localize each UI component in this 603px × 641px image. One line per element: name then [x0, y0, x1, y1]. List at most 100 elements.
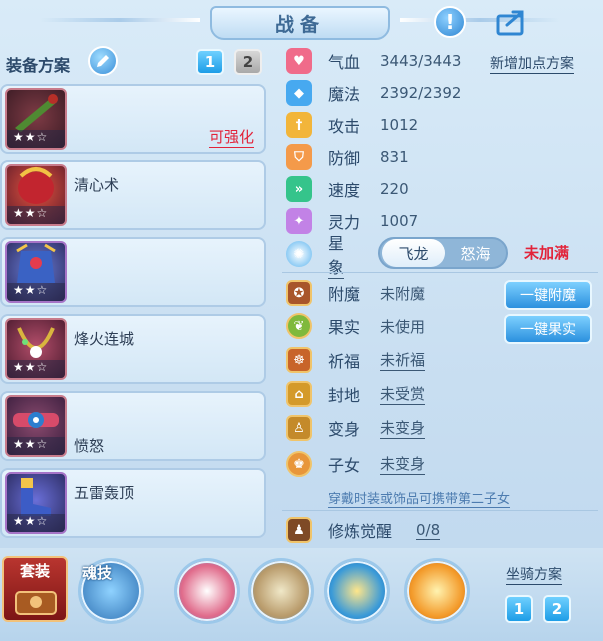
mount-plan-tab-1[interactable]: 1 — [505, 595, 533, 623]
page-title: 战备 — [210, 6, 390, 40]
heart-icon: ♥ — [286, 48, 312, 74]
sword-icon: † — [286, 112, 312, 138]
feature-label: 封地 — [328, 386, 361, 405]
helmet-icon: ★★☆ — [5, 164, 67, 226]
enhanceable-tag[interactable]: 可强化 — [208, 126, 254, 148]
stat-hp: ♥ 气血 3443/3443 — [286, 47, 461, 75]
info-icon[interactable]: ! — [434, 6, 466, 38]
edit-plan-button[interactable] — [88, 46, 118, 76]
feature-label: 附魔 — [328, 285, 361, 304]
add-stat-plan-link[interactable]: 新增加点方案 — [490, 53, 574, 74]
feature-transform: ♙ 变身 未变身 — [286, 414, 426, 442]
mount-plan-label[interactable]: 坐骑方案 — [506, 564, 562, 585]
feature-value[interactable]: 未祈福 — [380, 349, 426, 371]
equipment-slot-belt[interactable]: ★★☆ 愤怒 — [0, 391, 266, 461]
stat-label: 魔法 — [328, 85, 361, 104]
star-sign-icon: ✺ — [286, 241, 312, 267]
stat-spirit: ✦ 灵力 1007 — [286, 207, 418, 235]
soul-skill-label: 魂技 — [82, 564, 113, 582]
outfit-label: 套装 — [19, 562, 50, 580]
speed-icon: » — [286, 176, 312, 202]
stat-value: 2392/2392 — [380, 84, 462, 102]
spirit-icon: ✦ — [286, 208, 312, 234]
feature-blessing: ☸ 祈福 未祈福 — [286, 346, 426, 374]
stat-value: 1012 — [380, 116, 419, 134]
feature-value[interactable]: 未变身 — [380, 417, 426, 439]
stat-value: 1007 — [380, 212, 419, 230]
feature-label: 变身 — [328, 420, 361, 439]
skill-slot-4[interactable] — [404, 558, 470, 624]
mount-plan-tab-2[interactable]: 2 — [543, 595, 571, 623]
equipment-plan-tab-2[interactable]: 2 — [234, 49, 262, 75]
star-option-angry-sea[interactable]: 怒海 — [444, 239, 507, 267]
feature-children: ♚ 子女 未变身 — [286, 450, 426, 478]
stats-divider — [282, 272, 598, 273]
stat-mp: ◆ 魔法 2392/2392 — [286, 79, 461, 107]
feature-label: 果实 — [328, 318, 361, 337]
title-ornament-left — [40, 18, 200, 22]
feature-cultivation: ♟ 修炼觉醒 0/8 — [286, 516, 441, 544]
star-sign-status: 未加满 — [524, 244, 570, 262]
feature-value[interactable]: 未变身 — [380, 453, 426, 475]
necklace-name: 烽火连城 — [74, 330, 135, 348]
boots-icon: ★★☆ — [5, 472, 67, 534]
belt-icon: ★★☆ — [5, 395, 67, 457]
treasure-chest-icon — [15, 591, 57, 615]
stat-label: 速度 — [328, 181, 361, 200]
fief-icon: ⌂ — [286, 381, 312, 407]
necklace-stars: ★★☆ — [7, 360, 65, 378]
stat-value: 220 — [380, 180, 409, 198]
feature-label: 子女 — [328, 456, 361, 475]
feature-value[interactable]: 0/8 — [416, 521, 441, 540]
equipment-slot-armor[interactable]: ★★☆ — [0, 237, 266, 307]
helmet-name: 清心术 — [74, 176, 120, 194]
feature-fruit: ❦ 果实 未使用 — [286, 312, 425, 340]
equipment-slot-necklace[interactable]: ★★☆ 烽火连城 — [0, 314, 266, 384]
pencil-icon — [97, 55, 109, 67]
stat-label: 防御 — [328, 149, 361, 168]
armor-icon: ★★☆ — [5, 241, 67, 303]
feature-value: 未使用 — [380, 317, 426, 336]
child-icon: ♚ — [286, 451, 312, 477]
feature-fief: ⌂ 封地 未受赏 — [286, 380, 426, 408]
belt-name: 愤怒 — [74, 437, 105, 455]
stat-label: 攻击 — [328, 117, 361, 136]
stat-value: 3443/3443 — [380, 52, 462, 70]
outfit-button[interactable]: 套装 — [2, 556, 68, 622]
boots-name: 五雷轰顶 — [74, 484, 135, 502]
fruit-all-button[interactable]: 一键果实 — [504, 314, 592, 344]
equipment-slot-boots[interactable]: ★★☆ 五雷轰顶 — [0, 468, 266, 538]
share-icon[interactable] — [494, 6, 530, 38]
skill-slot-3[interactable] — [324, 558, 390, 624]
stat-attack: † 攻击 1012 — [286, 111, 418, 139]
blessing-icon: ☸ — [286, 347, 312, 373]
star-sign-toggle[interactable]: 飞龙 怒海 — [378, 237, 508, 269]
enchant-icon: ✪ — [286, 280, 312, 306]
boots-stars: ★★☆ — [7, 514, 65, 532]
stat-value: 831 — [380, 148, 409, 166]
skill-slot-1[interactable] — [174, 558, 240, 624]
cultivation-icon: ♟ — [286, 517, 312, 543]
stat-defense: ⛉ 防御 831 — [286, 143, 409, 171]
feature-value[interactable]: 未受赏 — [380, 383, 426, 405]
magic-icon: ◆ — [286, 80, 312, 106]
star-option-flying-dragon[interactable]: 飞龙 — [382, 239, 445, 267]
feature-label: 修炼觉醒 — [328, 522, 393, 541]
stat-star-sign: ✺ 星象 — [286, 234, 345, 279]
armor-stars: ★★☆ — [7, 283, 65, 301]
equipment-slot-weapon[interactable]: ★★☆ 可强化 — [0, 84, 266, 154]
equipment-plan-label: 装备方案 — [6, 56, 71, 75]
second-child-hint-link[interactable]: 穿戴时装或饰品可携带第二子女 — [328, 488, 511, 508]
skill-slot-2[interactable] — [248, 558, 314, 624]
title-ornament-right — [400, 18, 560, 22]
belt-stars: ★★☆ — [7, 437, 65, 455]
features-divider — [282, 510, 598, 511]
equipment-plan-tab-1[interactable]: 1 — [196, 49, 224, 75]
enchant-all-button[interactable]: 一键附魔 — [504, 280, 592, 310]
feature-enchant: ✪ 附魔 未附魔 — [286, 279, 425, 307]
feature-value: 未附魔 — [380, 284, 426, 303]
feature-label: 祈福 — [328, 352, 361, 371]
weapon-stars: ★★☆ — [7, 130, 65, 148]
equipment-slot-helmet[interactable]: ★★☆ 清心术 — [0, 160, 266, 230]
battle-prep-panel: 战备 ! 装备方案 1 2 ★★☆ 可强化 ★★☆ 清心术 ★★☆ ★★☆ 烽火… — [0, 0, 603, 641]
